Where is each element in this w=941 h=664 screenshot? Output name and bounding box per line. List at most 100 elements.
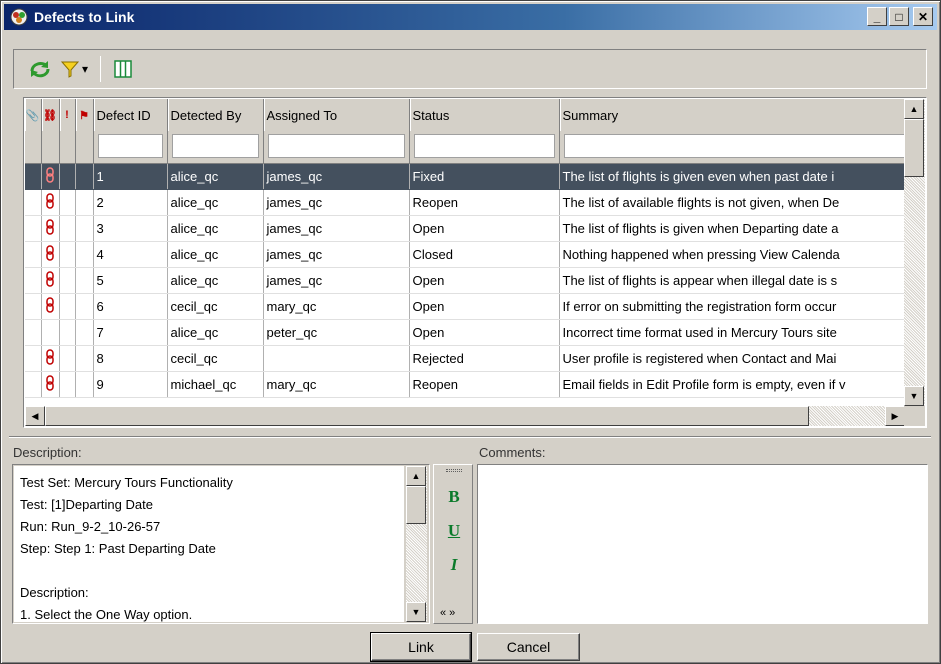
select-columns-icon[interactable]	[113, 57, 133, 81]
refresh-icon[interactable]	[28, 57, 52, 81]
cell-status: Closed	[409, 241, 560, 268]
link-button[interactable]: Link	[370, 632, 472, 662]
description-line: Run: Run_9-2_10-26-57	[20, 519, 161, 534]
window-controls: _ □ ✕	[867, 7, 933, 26]
description-scroll-down-button[interactable]: ▼	[406, 602, 426, 622]
defects-app-icon	[10, 8, 28, 26]
maximize-button[interactable]: □	[889, 7, 909, 26]
cell-status: Open	[409, 293, 560, 320]
cell-summary: The list of flights is given when Depart…	[559, 215, 905, 242]
bold-button[interactable]: B	[442, 485, 466, 509]
cell-summary: The list of flights is appear when illeg…	[559, 267, 905, 294]
comments-field[interactable]	[477, 464, 928, 624]
cell-assigned_to: james_qc	[263, 163, 410, 190]
window-title: Defects to Link	[34, 9, 135, 25]
empty-icon-cell	[25, 319, 42, 346]
table-row[interactable]: 9 michael_qc mary_qc Reopen Email fields in …	[25, 371, 905, 398]
cell-detected_by: alice_qc	[167, 319, 264, 346]
cell-summary: The list of available flights is not giv…	[559, 189, 905, 216]
empty-icon-cell	[41, 319, 60, 346]
scroll-corner	[904, 406, 925, 426]
table-row[interactable]: 7 alice_qc peter_qc Open Incorrect time form…	[25, 319, 905, 346]
filter-input-summary[interactable]	[563, 133, 905, 158]
link-icon	[41, 371, 60, 398]
filter-input-id[interactable]	[97, 133, 163, 158]
empty-icon-cell	[75, 345, 94, 372]
table-row[interactable]: 6 cecil_qc mary_qc Open If error on submitti…	[25, 293, 905, 320]
title-bar[interactable]: Defects to Link _ □ ✕	[4, 4, 937, 30]
description-line: Test: [1]Departing Date	[20, 497, 153, 512]
empty-icon-cell	[59, 163, 76, 190]
empty-icon-cell	[59, 319, 76, 346]
description-text[interactable]: Test Set: Mercury Tours Functionality Tes…	[14, 466, 404, 622]
description-line: 1. Select the One Way option.	[20, 607, 193, 622]
flag-icon[interactable]: ⚑	[75, 99, 94, 131]
empty-icon-cell	[25, 267, 42, 294]
filter-icon[interactable]	[60, 57, 80, 81]
table-row[interactable]: 5 alice_qc james_qc Open The list of flights…	[25, 267, 905, 294]
grid-filter-row	[25, 131, 905, 164]
cell-detected_by: alice_qc	[167, 267, 264, 294]
empty-icon-cell	[75, 371, 94, 398]
column-header-summary[interactable]: Summary	[559, 99, 905, 131]
filter-input-status[interactable]	[413, 133, 555, 158]
cell-summary: User profile is registered when Contact …	[559, 345, 905, 372]
empty-icon-cell	[25, 241, 42, 268]
column-header-status[interactable]: Status	[409, 99, 560, 131]
column-header-detected_by[interactable]: Detected By	[167, 99, 264, 131]
italic-button[interactable]: I	[442, 553, 466, 577]
column-header-assigned_to[interactable]: Assigned To	[263, 99, 410, 131]
grid-horizontal-scrollbar[interactable]: ◀ ▶	[25, 406, 905, 426]
priority-icon[interactable]: !	[59, 99, 76, 131]
table-row[interactable]: 8 cecil_qc Rejected User profile is registe…	[25, 345, 905, 372]
filter-input-detected_by[interactable]	[171, 133, 259, 158]
toolbar-grip-icon	[446, 469, 462, 472]
cell-summary: The list of flights is given even when p…	[559, 163, 905, 190]
description-line: Step: Step 1: Past Departing Date	[20, 541, 216, 556]
dropdown-arrow-icon[interactable]: ▾	[82, 57, 88, 81]
empty-icon-cell	[75, 293, 94, 320]
attachment-icon[interactable]: 📎	[25, 99, 42, 131]
cell-assigned_to: james_qc	[263, 241, 410, 268]
underline-button[interactable]: U	[442, 519, 466, 543]
link-icon[interactable]: ⛓	[41, 99, 60, 131]
vertical-scroll-thumb[interactable]	[904, 119, 924, 177]
horizontal-scroll-thumb[interactable]	[45, 406, 809, 426]
cell-detected_by: alice_qc	[167, 215, 264, 242]
description-line	[20, 560, 398, 582]
filter-cell-assigned_to	[263, 131, 410, 164]
description-scroll-thumb[interactable]	[406, 486, 426, 524]
close-button[interactable]: ✕	[913, 7, 933, 26]
filter-cell-flag	[75, 131, 94, 164]
cell-assigned_to: peter_qc	[263, 319, 410, 346]
empty-icon-cell	[59, 189, 76, 216]
table-row[interactable]: 2 alice_qc james_qc Reopen The list of avail…	[25, 189, 905, 216]
cell-status: Open	[409, 267, 560, 294]
more-options-icon[interactable]: « »	[440, 607, 455, 619]
pane-splitter[interactable]	[9, 436, 931, 438]
column-header-id[interactable]: Defect ID	[93, 99, 168, 131]
cell-status: Open	[409, 319, 560, 346]
empty-icon-cell	[59, 293, 76, 320]
description-line: Test Set: Mercury Tours Functionality	[20, 475, 233, 490]
table-row[interactable]: 1 alice_qc james_qc Fixed The list of flight…	[25, 163, 905, 190]
empty-icon-cell	[59, 345, 76, 372]
cell-status: Reopen	[409, 189, 560, 216]
cancel-button[interactable]: Cancel	[477, 633, 580, 661]
scroll-up-button[interactable]: ▲	[904, 99, 924, 119]
table-row[interactable]: 4 alice_qc james_qc Closed Nothing happened …	[25, 241, 905, 268]
close-icon: ✕	[917, 9, 929, 24]
description-scrollbar[interactable]: ▲ ▼	[406, 466, 427, 622]
scroll-left-button[interactable]: ◀	[25, 406, 45, 426]
cell-assigned_to: mary_qc	[263, 293, 410, 320]
grid-vertical-scrollbar[interactable]: ▲ ▼	[904, 99, 925, 406]
filter-cell-status	[409, 131, 560, 164]
minimize-button[interactable]: _	[867, 7, 887, 26]
filter-input-assigned_to[interactable]	[267, 133, 405, 158]
scroll-right-button[interactable]: ▶	[885, 406, 905, 426]
table-row[interactable]: 3 alice_qc james_qc Open The list of flights…	[25, 215, 905, 242]
empty-icon-cell	[59, 267, 76, 294]
empty-icon-cell	[75, 267, 94, 294]
scroll-down-button[interactable]: ▼	[904, 386, 924, 406]
description-scroll-up-button[interactable]: ▲	[406, 466, 426, 486]
